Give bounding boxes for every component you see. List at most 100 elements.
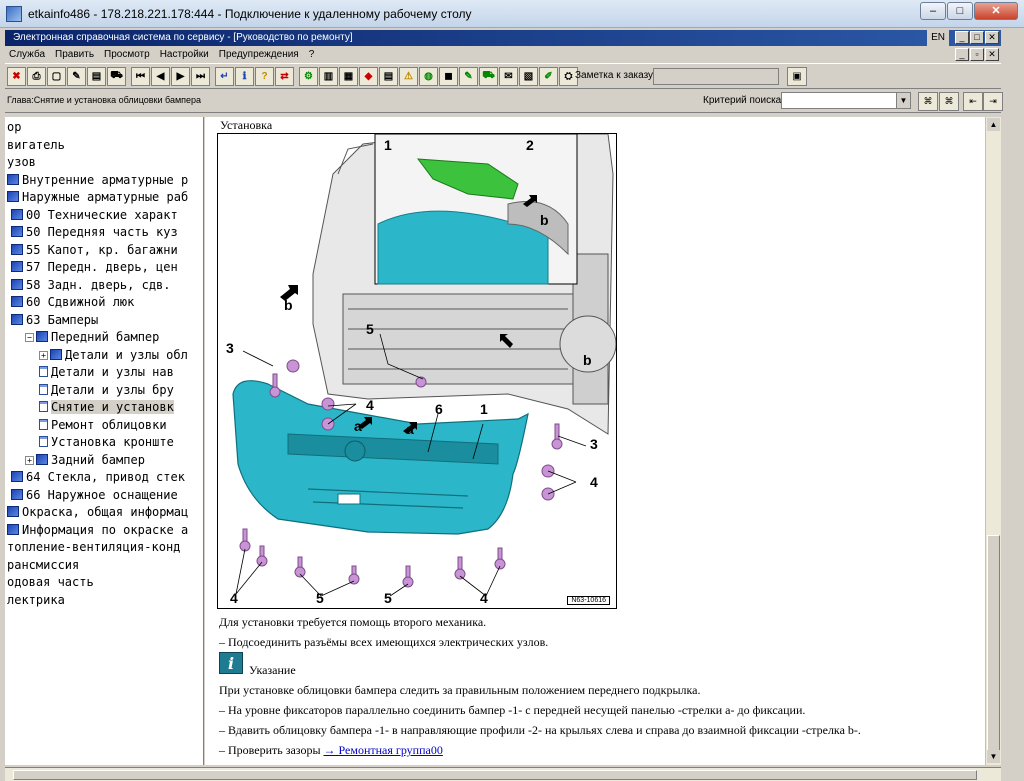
horizontal-scrollbar[interactable]	[5, 767, 1001, 781]
callout-b-left: b	[284, 297, 293, 313]
edit-document-icon[interactable]: ✎	[67, 66, 86, 86]
horizontal-scroll-thumb[interactable]	[13, 770, 977, 780]
tool-icon-6[interactable]: ◼	[439, 66, 458, 86]
tree-item[interactable]: 63 Бамперы	[11, 312, 98, 329]
swap-icon[interactable]: ⇄	[275, 66, 294, 86]
tree-item[interactable]: Детали и узлы нав	[39, 364, 174, 381]
document-settings-icon[interactable]: ▤	[87, 66, 106, 86]
tree-item[interactable]: вигатель	[7, 137, 65, 154]
chapter-breadcrumb: Глава:Снятие и установка облицовки бампе…	[7, 95, 202, 105]
scroll-up-icon[interactable]: ▲	[987, 118, 1000, 131]
tree-item[interactable]: 00 Технические характ	[11, 207, 178, 224]
new-document-icon[interactable]: ▢	[47, 66, 66, 86]
tool-icon-2[interactable]: ▥	[319, 66, 338, 86]
callout-a-right: a	[406, 421, 414, 437]
first-page-icon[interactable]: ⏮	[131, 66, 150, 86]
warning-icon[interactable]: ⚠	[399, 66, 418, 86]
tree-item-label: Внутренние арматурные р	[22, 172, 189, 187]
tool-icon-5[interactable]: ▤	[379, 66, 398, 86]
tree-item[interactable]: узов	[7, 154, 36, 171]
tree-item[interactable]: 66 Наружное оснащение	[11, 487, 178, 504]
tree-item[interactable]: Окраска, общая информац	[7, 504, 188, 521]
jump-back-icon[interactable]: ↵	[215, 66, 234, 86]
tree-item[interactable]: Установка кронште	[39, 434, 174, 451]
language-indicator[interactable]: EN	[927, 30, 949, 46]
tree-item[interactable]: 50 Передняя часть куз	[11, 224, 178, 241]
tool-icon-1[interactable]: ⚙	[299, 66, 318, 86]
inner-minimize-button[interactable]: _	[955, 31, 969, 44]
collapse-icon[interactable]: −	[25, 333, 34, 342]
outer-window-controls: – □ ✕	[920, 2, 1018, 20]
globe-icon[interactable]: ◍	[419, 66, 438, 86]
tree-item[interactable]: − Передний бампер	[25, 329, 159, 346]
car-icon[interactable]: ⛟	[107, 66, 126, 86]
callout-5-bottom-right: 5	[384, 590, 392, 606]
inner-close-button[interactable]: ✕	[985, 31, 999, 44]
last-page-icon[interactable]: ⏭	[191, 66, 210, 86]
menu-warnings[interactable]: Предупреждения	[219, 49, 299, 60]
tree-item[interactable]: 64 Стекла, привод стек	[11, 469, 185, 486]
menu-view[interactable]: Просмотр	[104, 49, 150, 60]
menu-help[interactable]: ?	[309, 49, 315, 60]
tool-icon-11[interactable]: ✐	[539, 66, 558, 86]
tool-icon-3[interactable]: ▦	[339, 66, 358, 86]
tree-item[interactable]: + Детали и узлы обл	[39, 347, 188, 364]
tool-icon-8[interactable]: ⛟	[479, 66, 498, 86]
tree-item-label: 00 Технические характ	[26, 207, 178, 222]
menu-service[interactable]: Служба	[9, 49, 45, 60]
doc-restore-button[interactable]: ▫	[970, 48, 984, 61]
tree-item[interactable]: рансмиссия	[7, 557, 79, 574]
content-vertical-scrollbar[interactable]: ▲ ▼	[985, 117, 1001, 765]
minimize-button[interactable]: –	[920, 2, 946, 20]
tree-item[interactable]: топление-вентиляция-конд	[7, 539, 180, 556]
tree-item[interactable]: 60 Сдвижной люк	[11, 294, 134, 311]
tree-item[interactable]: Внутренние арматурные р	[7, 172, 188, 189]
tree-item-label: Установка кронште	[51, 435, 174, 449]
close-button[interactable]: ✕	[974, 2, 1018, 20]
tree-item[interactable]: Снятие и установк	[39, 399, 174, 416]
help-icon[interactable]: ?	[255, 66, 274, 86]
tool-icon-4[interactable]: ◆	[359, 66, 378, 86]
doc-minimize-button[interactable]: _	[955, 48, 969, 61]
chevron-down-icon[interactable]: ▼	[896, 93, 910, 108]
order-note-field[interactable]	[653, 68, 779, 85]
print-icon[interactable]: ⎙	[27, 66, 46, 86]
menu-settings[interactable]: Настройки	[160, 49, 209, 60]
search-criteria-select[interactable]: ▼	[781, 92, 911, 109]
search-option-icon-1[interactable]: ⌘	[918, 92, 938, 111]
tree-item[interactable]: Детали и узлы бру	[39, 382, 174, 399]
tree-item[interactable]: Наружные арматурные раб	[7, 189, 188, 206]
tool-icon-9[interactable]: ✉	[499, 66, 518, 86]
tree-item[interactable]: + Задний бампер	[25, 452, 145, 469]
tree-item[interactable]: 55 Капот, кр. багажни	[11, 242, 178, 259]
previous-page-icon[interactable]: ◀	[151, 66, 170, 86]
next-page-icon[interactable]: ▶	[171, 66, 190, 86]
search-prev-icon[interactable]: ⇤	[963, 92, 983, 111]
tool-icon-10[interactable]: ▧	[519, 66, 538, 86]
doc-close-button[interactable]: ✕	[985, 48, 999, 61]
tree-item[interactable]: ор	[7, 119, 21, 136]
bumper-installation-figure: 1 2 b b b 3 5 4 6 1 a a 3 4 4 5 5 4 N63-…	[217, 133, 617, 609]
scroll-thumb[interactable]	[987, 535, 1000, 761]
menu-edit[interactable]: Править	[55, 49, 94, 60]
inner-maximize-button[interactable]: □	[970, 31, 984, 44]
scroll-down-icon[interactable]: ▼	[987, 750, 1000, 763]
exit-icon[interactable]: ✖	[7, 66, 26, 86]
tree-item[interactable]: лектрика	[7, 592, 65, 609]
search-option-icon-2[interactable]: ⌘	[939, 92, 959, 111]
expand-icon[interactable]: +	[39, 350, 48, 360]
tool-icon-7[interactable]: ✎	[459, 66, 478, 86]
tree-item-label: 57 Передн. дверь, цен	[26, 260, 178, 274]
info-icon[interactable]: ℹ	[235, 66, 254, 86]
maximize-button[interactable]: □	[947, 2, 973, 20]
expand-icon[interactable]: +	[25, 455, 34, 465]
repair-group-link[interactable]: → Ремонтная группа00	[324, 743, 443, 757]
tree-item[interactable]: одовая часть	[7, 574, 94, 591]
tree-item[interactable]: Информация по окраске а	[7, 522, 188, 539]
tree-item[interactable]: Ремонт облицовки	[39, 417, 167, 434]
tree-item[interactable]: 57 Передн. дверь, цен	[11, 259, 178, 276]
book-icon	[7, 191, 19, 202]
search-next-icon[interactable]: ⇥	[983, 92, 1003, 111]
tree-item[interactable]: 58 Задн. дверь, сдв.	[11, 277, 171, 294]
order-note-button[interactable]: ▣	[787, 67, 807, 86]
